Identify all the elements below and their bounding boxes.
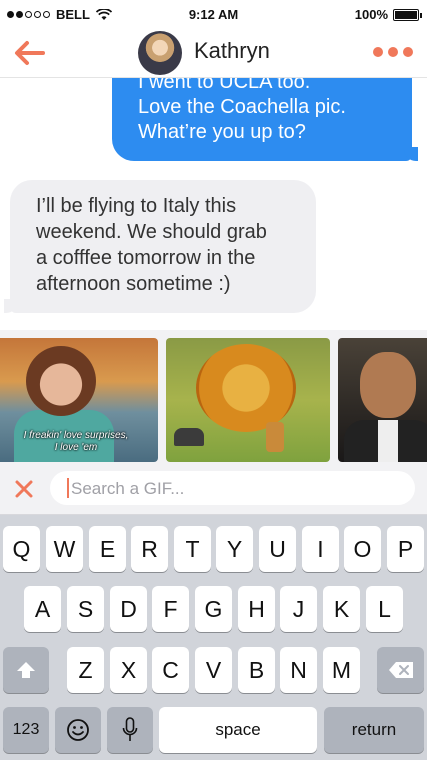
outgoing-message[interactable]: I went to UCLA too. Love the Coachella p… (112, 78, 418, 161)
back-arrow-icon[interactable] (14, 40, 46, 66)
key-s[interactable]: S (67, 586, 104, 632)
key-t[interactable]: T (174, 526, 211, 572)
key-f[interactable]: F (152, 586, 189, 632)
chat-thread[interactable]: I went to UCLA too. Love the Coachella p… (0, 78, 427, 336)
gif-result[interactable]: I freakin' love surprises, I love 'em (0, 338, 158, 462)
shift-key[interactable] (3, 647, 49, 693)
gif-result[interactable] (166, 338, 330, 462)
key-h[interactable]: H (238, 586, 275, 632)
gif-caption-line: I love 'em (54, 442, 98, 453)
key-g[interactable]: G (195, 586, 232, 632)
key-l[interactable]: L (366, 586, 403, 632)
bubble-tail (404, 147, 418, 161)
shift-arrow-icon (17, 662, 35, 678)
more-options-icon[interactable] (373, 47, 413, 57)
backspace-key[interactable] (377, 647, 424, 693)
return-key[interactable]: return (324, 707, 424, 753)
message-line: I’ll be flying to Italy this (36, 195, 237, 217)
emoji-key[interactable] (55, 707, 101, 753)
gif-results[interactable]: I freakin' love surprises, I love 'em (0, 330, 427, 469)
key-c[interactable]: C (152, 647, 189, 693)
key-b[interactable]: B (238, 647, 275, 693)
key-k[interactable]: K (323, 586, 360, 632)
status-right: 100% (354, 7, 422, 22)
bubble-tail (4, 299, 18, 313)
message-line: afternoon sometime :) (36, 273, 231, 295)
message-line: I went to UCLA too. (138, 78, 311, 93)
key-w[interactable]: W (46, 526, 83, 572)
text-caret (67, 478, 69, 498)
incoming-message[interactable]: I’ll be flying to Italy this weekend. We… (4, 180, 316, 313)
space-key[interactable]: space (159, 707, 317, 753)
backspace-icon (388, 662, 413, 678)
key-q[interactable]: Q (3, 526, 40, 572)
key-a[interactable]: A (24, 586, 61, 632)
avatar[interactable] (138, 31, 182, 75)
close-icon[interactable] (13, 478, 35, 500)
gif-search-bar: Search a GIF... (0, 463, 427, 515)
gif-result[interactable] (338, 338, 427, 462)
status-bar: BELL 9:12 AM 100% (0, 0, 427, 28)
message-line: Love the Coachella pic. (138, 96, 346, 118)
key-d[interactable]: D (110, 586, 147, 632)
emoji-icon (67, 719, 89, 741)
gif-search-input[interactable]: Search a GIF... (50, 471, 415, 505)
key-o[interactable]: O (344, 526, 381, 572)
key-u[interactable]: U (259, 526, 296, 572)
key-i[interactable]: I (302, 526, 339, 572)
key-j[interactable]: J (280, 586, 317, 632)
key-z[interactable]: Z (67, 647, 104, 693)
key-n[interactable]: N (280, 647, 317, 693)
message-line: What’re you up to? (138, 121, 306, 143)
key-x[interactable]: X (110, 647, 147, 693)
search-placeholder: Search a GIF... (71, 479, 185, 498)
keyboard: Q W E R T Y U I O P A S D F G H J K L Z … (0, 515, 427, 760)
chat-header: Kathryn (0, 28, 427, 78)
key-v[interactable]: V (195, 647, 232, 693)
dictation-key[interactable] (107, 707, 153, 753)
gif-caption: I freakin' love surprises, I love 'em (2, 430, 150, 454)
contact-name[interactable]: Kathryn (194, 38, 270, 64)
gif-caption-line: I freakin' love surprises, (23, 430, 129, 441)
key-p[interactable]: P (387, 526, 424, 572)
key-m[interactable]: M (323, 647, 360, 693)
microphone-icon (122, 717, 138, 741)
key-r[interactable]: R (131, 526, 168, 572)
key-y[interactable]: Y (216, 526, 253, 572)
numbers-key[interactable]: 123 (3, 707, 49, 753)
battery-percent: 100% (354, 7, 388, 22)
message-line: a cofffee tomorrow in the (36, 247, 256, 269)
key-e[interactable]: E (89, 526, 126, 572)
battery-icon (393, 8, 422, 21)
message-line: weekend. We should grab (36, 221, 267, 243)
